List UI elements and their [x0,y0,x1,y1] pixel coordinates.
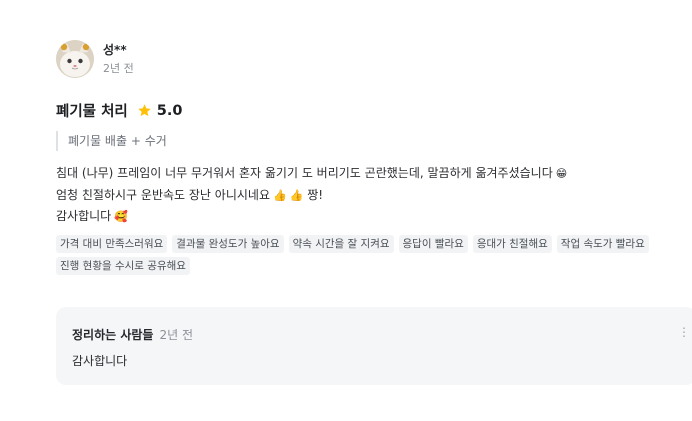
reply-time: 2년 전 [159,328,193,342]
rating-value: 5.0 [156,102,183,119]
thumbs-up-emoji-icon: 👍 [272,188,287,202]
review-tag: 가격 대비 만족스러워요 [56,234,168,253]
grin-emoji-icon: 😁 [555,167,568,180]
service-title: 폐기물 처리 [56,104,128,120]
service-detail: 폐기물 배출 + 수거 [56,131,692,151]
seller-reply: 정리하는 사람들 2년 전 감사합니다 ⋮ [56,307,692,385]
review-line-2-suffix: 짱! [307,187,324,202]
star-icon [138,104,151,117]
review-card: 성** 2년 전 폐기물 처리 5.0 폐기물 배출 + 수거 침대 (나무) … [56,40,692,279]
review-tag: 약속 시간을 잘 지켜요 [288,234,394,253]
review-line-3-text: 감사합니다 [56,209,112,223]
reply-header: 정리하는 사람들 2년 전 [72,326,193,343]
review-tag: 응답이 빨라요 [398,234,468,253]
review-line-2-text: 엄청 친절하시구 운반속도 장난 아니시네요 [56,187,270,202]
thumbs-up-emoji-icon: 👍 [289,188,304,202]
smiling-hearts-emoji-icon: 🥰 [114,210,128,223]
review-line-3: 감사합니다 🥰 [56,206,692,228]
review-tag: 진행 현황을 수시로 공유해요 [56,256,190,275]
review-time: 2년 전 [103,62,134,75]
avatar[interactable] [56,40,94,78]
review-tag: 작업 속도가 빨라요 [556,234,649,253]
review-text: 침대 (나무) 프레임이 너무 무거워서 혼자 옮기기 도 버리기도 곤란했는데… [56,163,692,228]
review-tag: 응대가 친절해요 [472,234,552,253]
reply-text: 감사합니다 [72,354,128,368]
more-options-icon[interactable]: ⋮ [678,325,690,339]
service-row: 폐기물 처리 5.0 [56,100,692,121]
review-tags: 가격 대비 만족스러워요 결과물 완성도가 높아요 약속 시간을 잘 지켜요 응… [56,234,686,279]
review-line-1: 침대 (나무) 프레임이 너무 무거워서 혼자 옮기기 도 버리기도 곤란했는데… [56,163,692,185]
review-line-1-text: 침대 (나무) 프레임이 너무 무거워서 혼자 옮기기 도 버리기도 곤란했는데… [56,166,553,180]
author-info: 성** 2년 전 [103,42,134,76]
cat-avatar-icon [56,40,94,78]
reply-author: 정리하는 사람들 [72,328,154,342]
review-header: 성** 2년 전 [56,40,692,78]
review-line-2: 엄청 친절하시구 운반속도 장난 아니시네요 👍 👍 짱! [56,185,692,207]
author-name: 성** [103,43,127,57]
review-tag: 결과물 완성도가 높아요 [172,234,284,253]
